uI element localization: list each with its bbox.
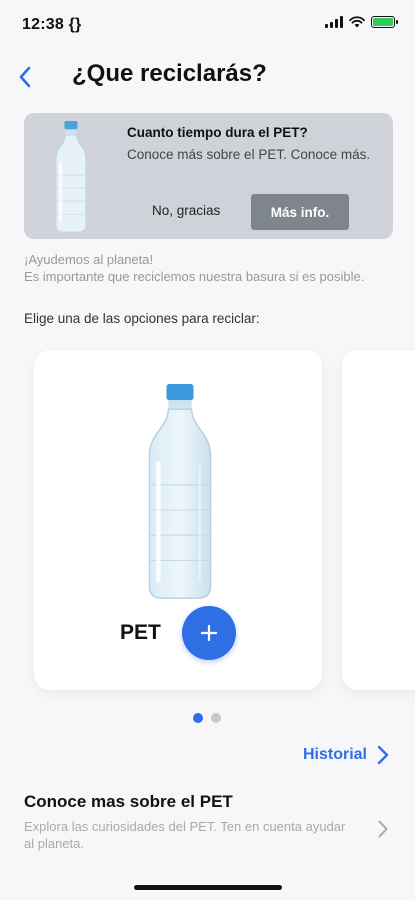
choose-label: Elige una de las opciones para reciclar: <box>24 311 260 326</box>
intro-line-2: Es importante que reciclemos nuestra bas… <box>24 269 365 284</box>
add-button[interactable] <box>182 606 236 660</box>
water-bottle-image <box>148 384 212 599</box>
status-icons <box>325 16 398 28</box>
page-title: ¿Que reciclarás? <box>72 60 267 87</box>
chevron-right-icon <box>378 820 388 838</box>
carousel-pagination <box>193 713 221 723</box>
dismiss-button[interactable]: No, gracias <box>152 203 220 218</box>
page-dot[interactable] <box>211 713 221 723</box>
status-time: 12:38 {} <box>22 16 82 33</box>
home-indicator <box>134 885 282 890</box>
wifi-icon <box>349 16 365 28</box>
intro-line-1: ¡Ayudemos al planeta! <box>24 252 154 267</box>
history-label: Historial <box>302 746 367 763</box>
chevron-right-icon <box>377 745 389 765</box>
section-title: Conoce mas sobre el PET <box>24 792 233 811</box>
section-description: Explora las curiosidades del PET. Ten en… <box>24 819 346 851</box>
status-bar: 12:38 {} <box>0 0 415 50</box>
banner-title: Cuanto tiempo dura el PET? <box>127 125 308 140</box>
card-label: PET <box>120 621 161 644</box>
page-dot-active[interactable] <box>193 713 203 723</box>
intro-text: ¡Ayudemos al planeta! Es importante que … <box>24 251 394 285</box>
next-option-card[interactable] <box>342 350 415 690</box>
history-link[interactable]: Historial <box>303 745 389 765</box>
more-info-button[interactable]: Más info. <box>251 194 349 230</box>
info-banner: Cuanto tiempo dura el PET? Conoce más so… <box>24 113 393 239</box>
banner-text: Conoce más sobre el PET. Conoce más. <box>127 147 371 162</box>
recycle-option-card[interactable]: PET <box>34 350 322 690</box>
water-bottle-image <box>55 121 87 233</box>
battery-icon <box>371 16 398 28</box>
plus-icon <box>201 625 217 641</box>
back-button[interactable] <box>10 62 40 92</box>
chevron-left-icon <box>19 66 31 88</box>
learn-more-row[interactable]: Conoce mas sobre el PET Explora las curi… <box>24 792 392 852</box>
cellular-signal-icon <box>325 16 343 28</box>
